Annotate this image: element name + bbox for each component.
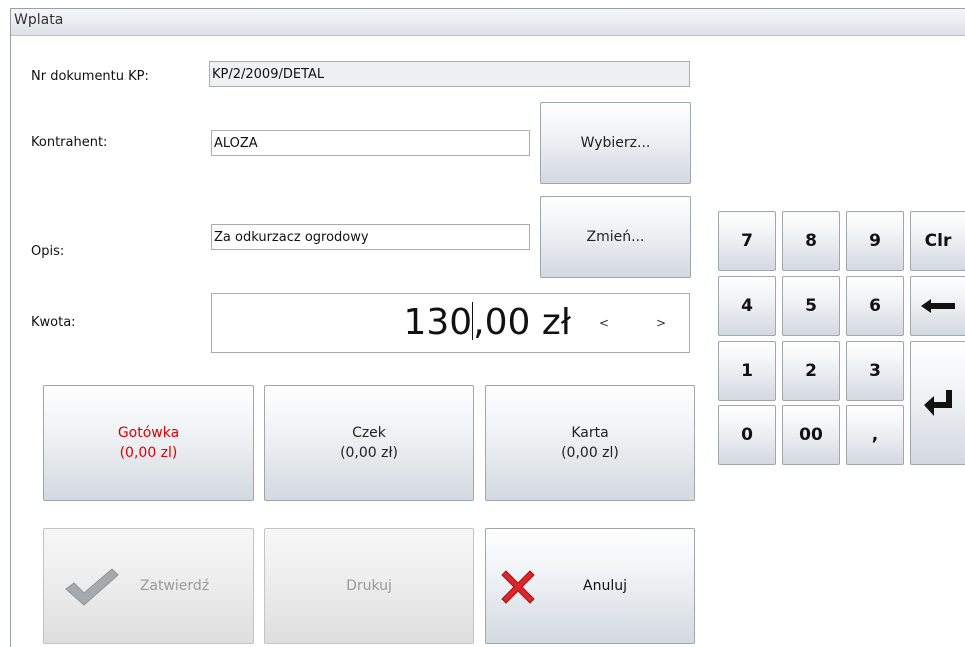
key-1[interactable]: 1	[718, 341, 776, 401]
key-00[interactable]: 00	[782, 405, 840, 465]
enter-icon	[924, 390, 952, 416]
confirm-button[interactable]: Zatwierdź	[43, 528, 254, 644]
key-0[interactable]: 0	[718, 405, 776, 465]
payment-cash-name: Gotówka	[117, 425, 180, 441]
cancel-button[interactable]: Anuluj	[485, 528, 695, 644]
key-4[interactable]: 4	[718, 276, 776, 336]
print-label: Drukuj	[346, 578, 392, 594]
left-arrow-icon	[921, 299, 955, 313]
key-enter[interactable]	[910, 341, 965, 465]
payment-window: Wplata Nr dokumentu KP: KP/2/2009/DETAL …	[10, 8, 965, 647]
key-backspace[interactable]	[910, 276, 965, 336]
payment-check-amount: (0,00 zł)	[340, 445, 398, 461]
confirm-label: Zatwierdź	[139, 578, 210, 594]
amount-label: Kwota:	[31, 315, 76, 330]
cursor-right-button[interactable]: >	[656, 316, 666, 330]
description-label: Opis:	[31, 244, 65, 259]
payment-card-amount: (0,00 zl)	[561, 445, 619, 461]
contractor-field[interactable]: ALOZA	[211, 130, 530, 156]
red-x-icon	[501, 570, 535, 604]
payment-check-button[interactable]: Czek (0,00 zł)	[264, 385, 474, 501]
amount-integer: 130	[403, 302, 473, 343]
cancel-label: Anuluj	[583, 578, 627, 594]
contractor-label: Kontrahent:	[31, 135, 108, 150]
key-2[interactable]: 2	[782, 341, 840, 401]
key-5[interactable]: 5	[782, 276, 840, 336]
choose-contractor-button[interactable]: Wybierz...	[540, 102, 691, 184]
checkmark-icon	[65, 568, 119, 606]
print-button[interactable]: Drukuj	[264, 528, 474, 644]
key-3[interactable]: 3	[846, 341, 904, 401]
payment-card-button[interactable]: Karta (0,00 zl)	[485, 385, 695, 501]
window-title: Wplata	[14, 12, 64, 28]
amount-field[interactable]: 130,00 zł < >	[211, 293, 690, 353]
cursor-left-button[interactable]: <	[599, 316, 609, 330]
amount-fraction: ,00 zł	[473, 302, 571, 343]
key-9[interactable]: 9	[846, 211, 904, 271]
doc-number-label: Nr dokumentu KP:	[31, 69, 149, 84]
change-description-button[interactable]: Zmień...	[540, 196, 691, 278]
key-8[interactable]: 8	[782, 211, 840, 271]
payment-card-name: Karta	[571, 425, 609, 441]
amount-value: 130,00 zł	[403, 302, 571, 343]
title-bar: Wplata	[11, 9, 965, 36]
key-clear[interactable]: Clr	[910, 211, 965, 271]
payment-cash-amount: (0,00 zl)	[119, 445, 178, 461]
key-6[interactable]: 6	[846, 276, 904, 336]
key-7[interactable]: 7	[718, 211, 776, 271]
key-comma[interactable]: ,	[846, 405, 904, 465]
doc-number-field: KP/2/2009/DETAL	[209, 61, 690, 87]
description-field[interactable]: Za odkurzacz ogrodowy	[211, 224, 530, 250]
payment-check-name: Czek	[352, 425, 386, 441]
payment-cash-button[interactable]: Gotówka (0,00 zl)	[43, 385, 254, 501]
